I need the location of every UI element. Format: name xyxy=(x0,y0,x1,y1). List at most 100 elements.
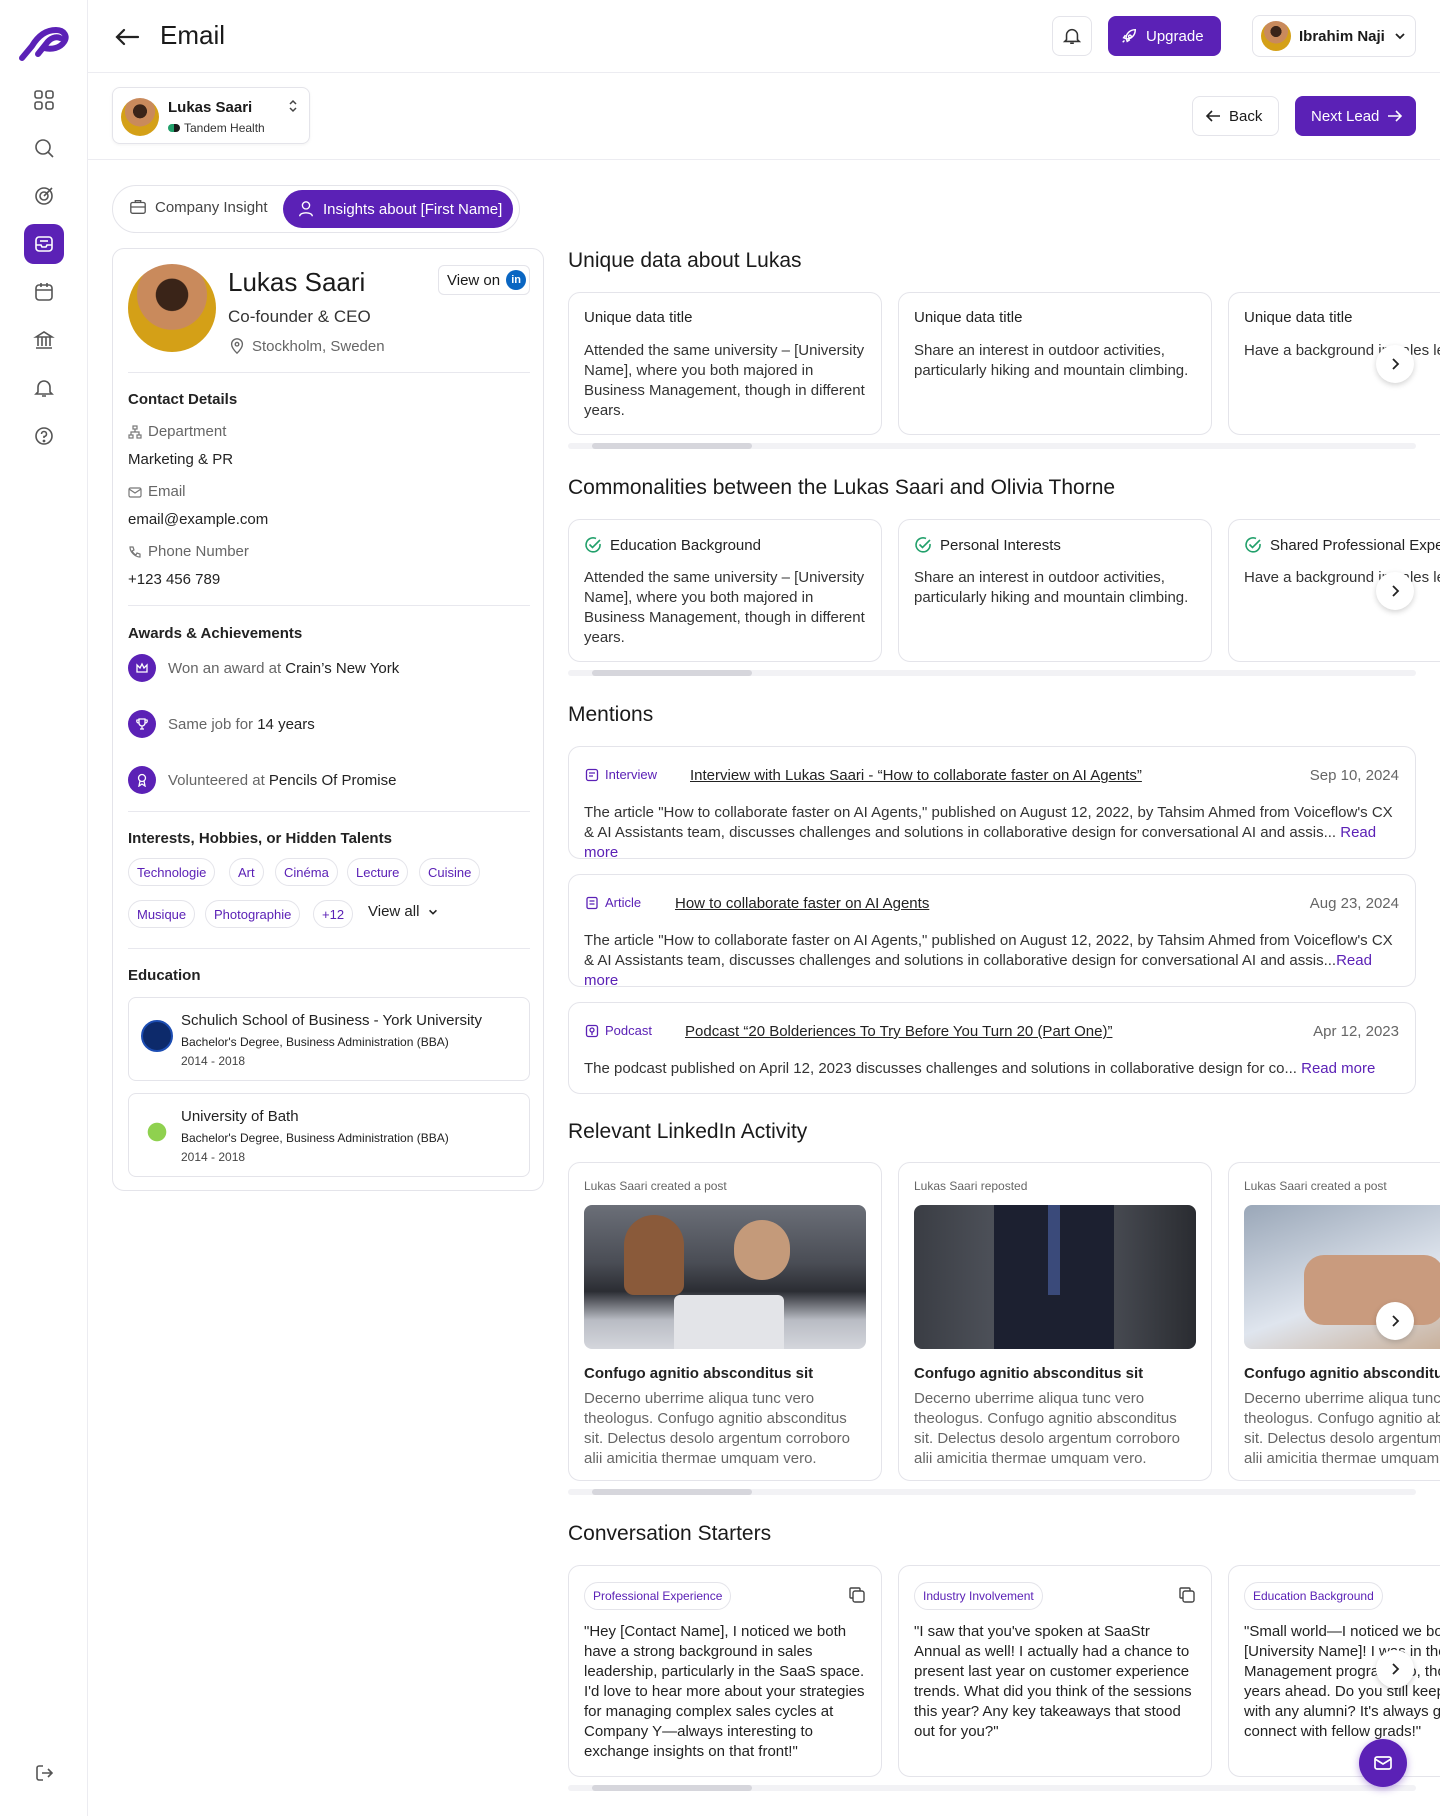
mention-title-link[interactable]: Interview with Lukas Saari - “How to col… xyxy=(690,767,1142,784)
department-value: Marketing & PR xyxy=(128,451,234,468)
mention-type-badge: Podcast xyxy=(585,1023,652,1038)
target-icon xyxy=(35,187,53,205)
next-lead-button[interactable]: Next Lead xyxy=(1295,96,1416,136)
mail-icon xyxy=(1374,1756,1392,1770)
email-label: Email xyxy=(128,483,186,500)
mention-card: Interview Interview with Lukas Saari - “… xyxy=(568,746,1416,861)
scrollbar-thumb[interactable] xyxy=(592,1489,752,1495)
award-highlight: 14 years xyxy=(257,715,315,733)
phone-value[interactable]: +123 456 789 xyxy=(128,571,220,588)
chevron-updown-icon xyxy=(289,99,297,113)
linkedin-post-card[interactable]: Lukas Saari created a post Confugo agnit… xyxy=(568,1162,882,1481)
tab-insights-person[interactable]: Insights about [First Name] xyxy=(283,190,513,228)
inbox-icon xyxy=(35,236,53,252)
compose-email-button[interactable] xyxy=(1359,1739,1407,1787)
view-on-linkedin-button[interactable]: View on in xyxy=(438,265,530,295)
interest-chip[interactable]: Technologie xyxy=(128,858,216,886)
sidebar-item-calendar[interactable] xyxy=(24,272,64,312)
sidebar-item-inbox[interactable] xyxy=(24,224,64,264)
bell-icon xyxy=(1062,28,1082,45)
next-arrow-button[interactable] xyxy=(1376,1650,1414,1688)
briefcase-icon xyxy=(130,200,146,214)
back-arrow-icon[interactable] xyxy=(112,22,142,52)
copy-icon[interactable] xyxy=(848,1586,866,1604)
interest-chip[interactable]: Art xyxy=(229,858,264,886)
lead-company: Tandem Health xyxy=(168,121,265,135)
view-all-interests-button[interactable]: View all xyxy=(368,903,439,920)
next-arrow-button[interactable] xyxy=(1376,345,1414,383)
interest-chip[interactable]: Musique xyxy=(128,900,196,928)
mention-type: Podcast xyxy=(605,1023,652,1038)
post-body: Decerno uberrime aliqua tunc vero theolo… xyxy=(584,1390,850,1467)
carousel-scrollbar[interactable] xyxy=(568,1785,1416,1791)
mention-type-badge: Article xyxy=(585,895,641,910)
mention-title-link[interactable]: How to collaborate faster on AI Agents xyxy=(675,895,929,912)
next-arrow-button[interactable] xyxy=(1376,572,1414,610)
sidebar-item-help[interactable] xyxy=(24,416,64,456)
scrollbar-thumb[interactable] xyxy=(592,1785,752,1791)
linkedin-post-card[interactable]: Lukas Saari reposted Confugo agnitio abs… xyxy=(898,1162,1212,1481)
notifications-button[interactable] xyxy=(1052,16,1092,56)
mention-body: The podcast published on April 12, 2023 … xyxy=(584,1059,1404,1079)
page-title: Email xyxy=(160,20,226,50)
mention-title-link[interactable]: Podcast “20 Bolderiences To Try Before Y… xyxy=(685,1023,1112,1040)
post-header: Lukas Saari created a post xyxy=(1244,1179,1387,1193)
profile-role: Co-founder & CEO xyxy=(228,307,371,326)
mention-body: The article "How to collaborate faster o… xyxy=(584,803,1404,863)
awards-heading: Awards & Achievements xyxy=(128,625,303,642)
interest-chip[interactable]: Cinéma xyxy=(275,858,338,886)
card-title-text: Shared Professional Experience xyxy=(1270,536,1440,554)
sidebar-item-targets[interactable] xyxy=(24,176,64,216)
carousel-scrollbar[interactable] xyxy=(568,443,1416,449)
card-body: Share an interest in outdoor activities,… xyxy=(914,342,1189,379)
scrollbar-thumb[interactable] xyxy=(592,670,752,676)
lead-selector[interactable]: Lukas Saari Tandem Health xyxy=(112,87,310,144)
education-heading: Education xyxy=(128,967,201,984)
mention-date: Sep 10, 2024 xyxy=(1309,767,1399,784)
carousel-scrollbar[interactable] xyxy=(568,670,1416,676)
read-more-link[interactable]: Read more xyxy=(1301,1060,1375,1077)
arrow-left-icon xyxy=(1205,110,1220,122)
post-body: Decerno uberrime aliqua tunc vero theolo… xyxy=(1244,1390,1440,1467)
next-arrow-button[interactable] xyxy=(1376,1302,1414,1340)
insight-tabs: Company Insight Insights about [First Na… xyxy=(112,185,520,233)
upgrade-button[interactable]: Upgrade xyxy=(1108,16,1221,56)
mail-icon xyxy=(128,486,142,498)
profile-name: Lukas Saari xyxy=(228,267,366,297)
chevron-down-icon xyxy=(1395,33,1405,40)
carousel-scrollbar[interactable] xyxy=(568,1489,1416,1495)
unique-data-heading: Unique data about Lukas xyxy=(568,249,802,272)
scrollbar-thumb[interactable] xyxy=(592,443,752,449)
card-title-text: Personal Interests xyxy=(940,536,1061,554)
award-highlight: Crain’s New York xyxy=(285,659,400,677)
user-menu[interactable]: Ibrahim Naji xyxy=(1252,15,1416,57)
sidebar-item-analytics[interactable] xyxy=(24,320,64,360)
sidebar-item-notifications[interactable] xyxy=(24,368,64,408)
starter-tag: Education Background xyxy=(1244,1582,1383,1610)
commonality-card: Personal Interests Share an interest in o… xyxy=(898,519,1212,662)
bell-icon xyxy=(34,380,54,397)
interest-chip[interactable]: Photographie xyxy=(205,900,301,928)
sidebar-item-dashboard[interactable] xyxy=(24,80,64,120)
medal-icon xyxy=(128,766,156,794)
mention-text: The article "How to collaborate faster o… xyxy=(584,932,1393,969)
card-title-text: Education Background xyxy=(610,536,761,554)
card-title: Unique data title xyxy=(1244,309,1353,326)
interest-chip[interactable]: Lecture xyxy=(347,858,409,886)
commonality-card: Education Background Attended the same un… xyxy=(568,519,882,662)
email-value[interactable]: email@example.com xyxy=(128,511,268,528)
back-button[interactable]: Back xyxy=(1192,96,1279,136)
starter-tag: Industry Involvement xyxy=(914,1582,1043,1610)
school-logo-icon xyxy=(141,1116,173,1148)
view-all-label: View all xyxy=(368,903,420,920)
interest-chip[interactable]: Cuisine xyxy=(419,858,481,886)
logout-icon[interactable] xyxy=(34,1762,56,1784)
back-label: Back xyxy=(1229,107,1263,125)
tab-company-insight[interactable]: Company Insight xyxy=(129,198,268,216)
sidebar-item-search[interactable] xyxy=(24,128,64,168)
divider xyxy=(128,372,530,373)
copy-icon[interactable] xyxy=(1178,1586,1196,1604)
interest-more-chip[interactable]: +12 xyxy=(313,900,354,928)
post-image xyxy=(914,1205,1196,1349)
app-logo[interactable] xyxy=(16,24,72,64)
